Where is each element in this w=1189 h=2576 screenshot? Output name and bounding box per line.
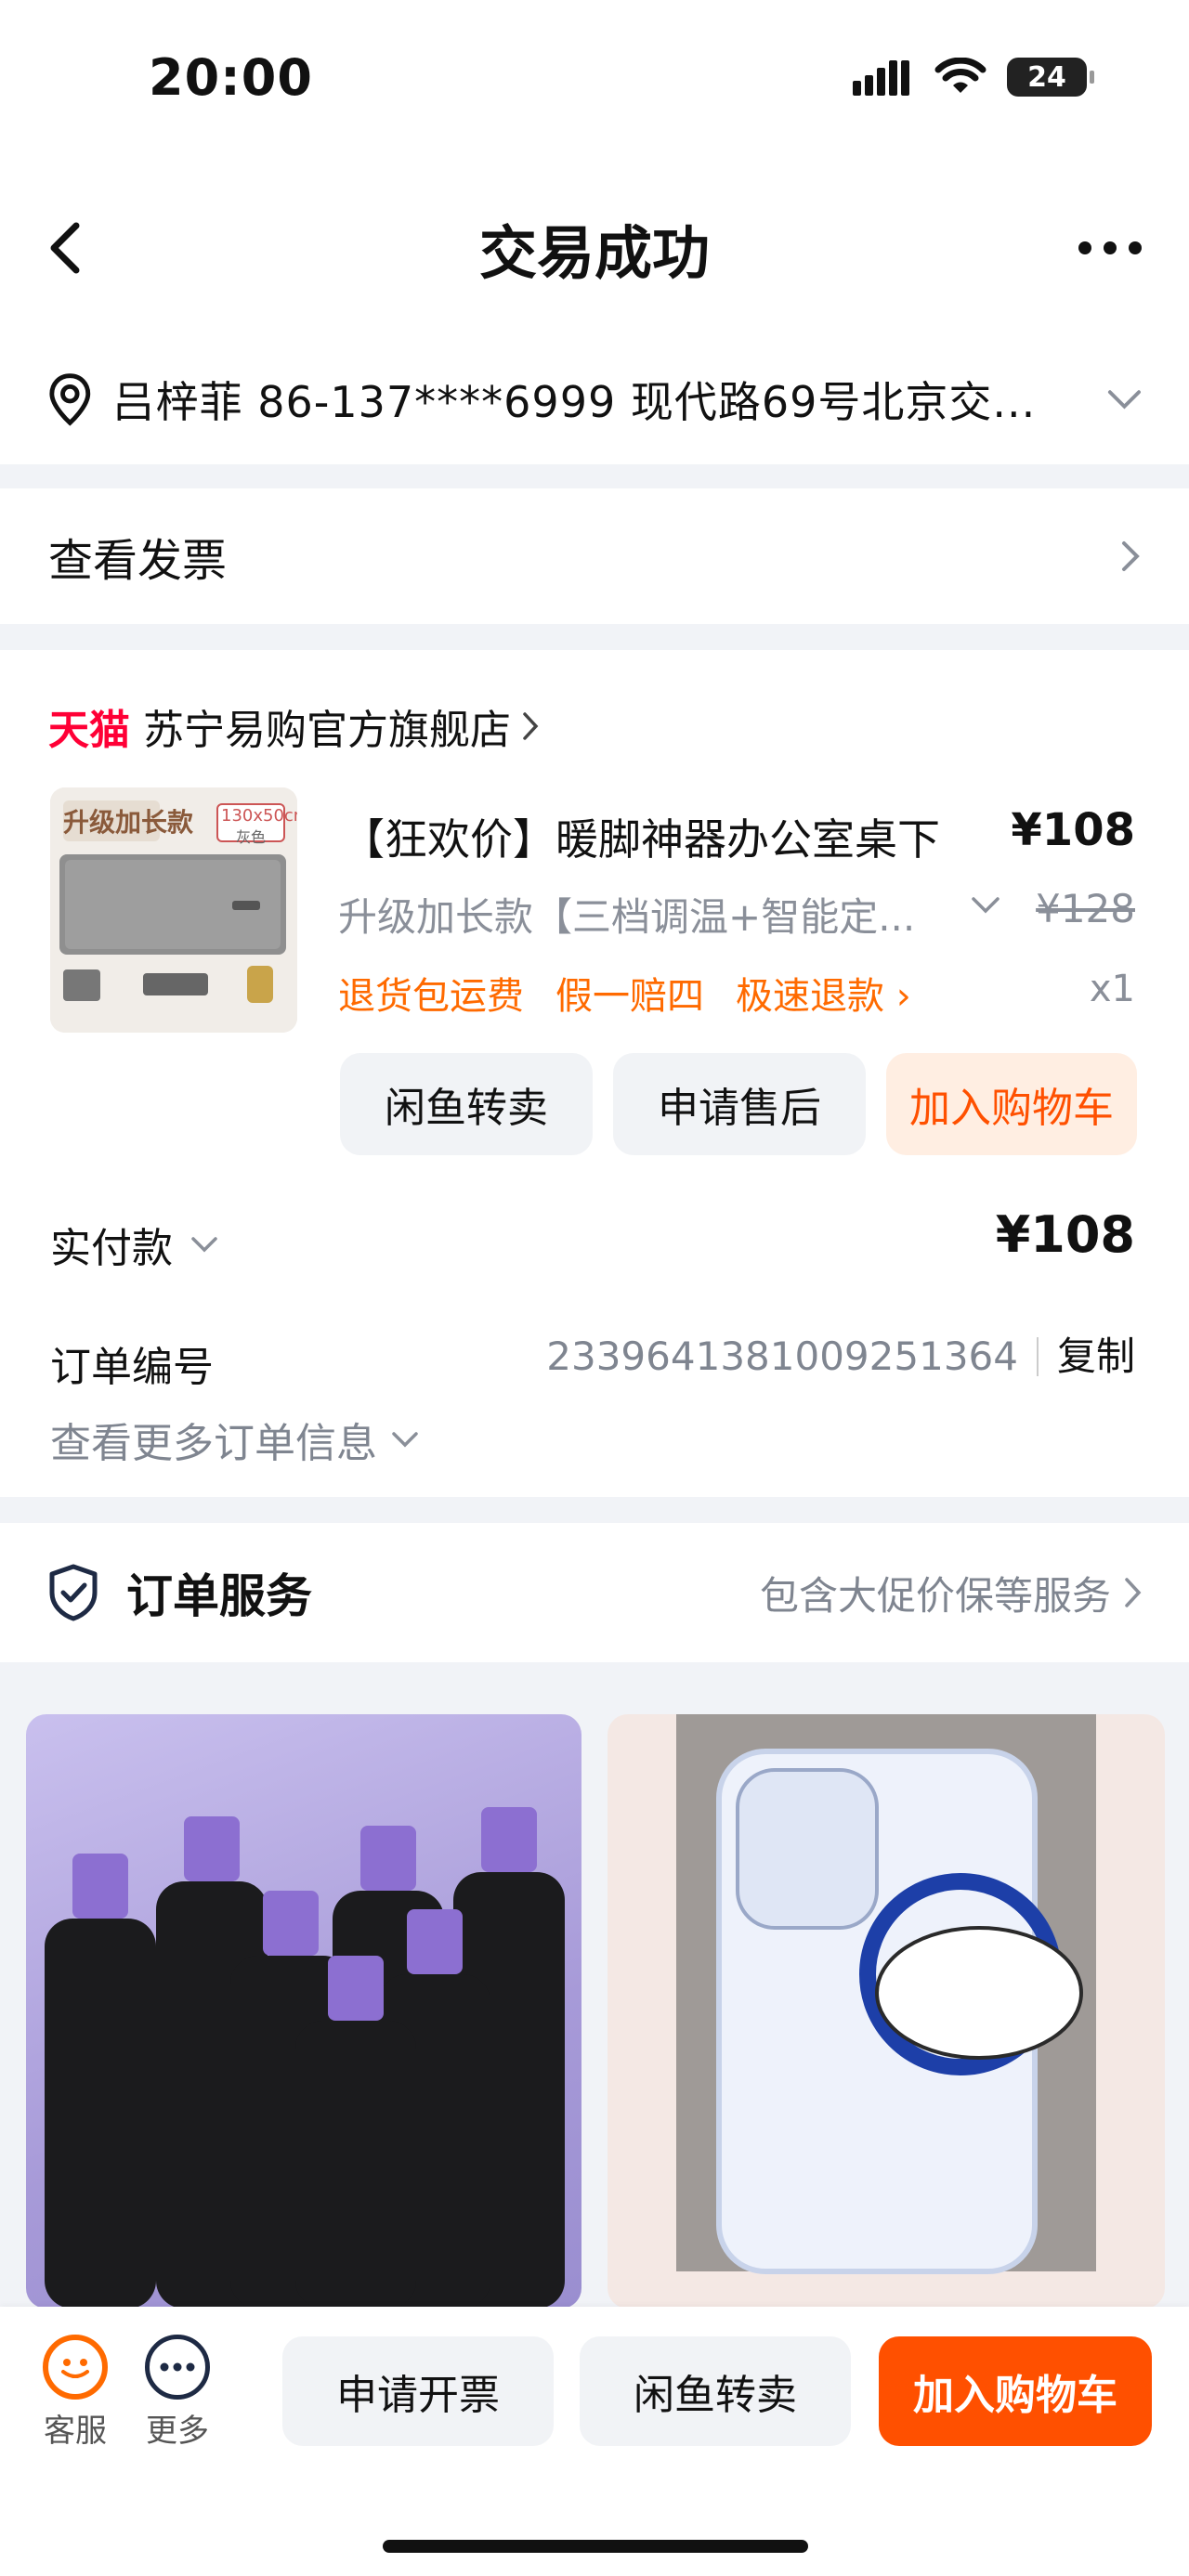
order-number: 2339641381009251364 复制 bbox=[546, 1334, 1135, 1379]
customer-service-button[interactable]: 客服 bbox=[33, 2335, 117, 2451]
order-service-label: 订单服务 bbox=[126, 1569, 312, 1623]
product-price: ¥108 bbox=[1011, 804, 1135, 856]
store-header[interactable]: 天猫 苏宁易购官方旗舰店 bbox=[48, 696, 539, 756]
tmall-logo: 天猫 bbox=[48, 707, 130, 754]
paid-label[interactable]: 实付款 bbox=[50, 1215, 219, 1274]
product-title[interactable]: 【狂欢价】暖脚神器办公室桌下 bbox=[342, 806, 940, 867]
chevron-right-icon bbox=[1125, 1578, 1142, 1607]
after-sale-button[interactable]: 申请售后 bbox=[613, 1053, 866, 1155]
more-button[interactable]: 更多 bbox=[136, 2335, 219, 2451]
resell-button[interactable]: 闲鱼转卖 bbox=[340, 1053, 593, 1155]
original-price: ¥128 bbox=[1036, 886, 1135, 931]
more-order-info[interactable]: 查看更多订单信息 bbox=[50, 1410, 420, 1469]
chevron-right-icon bbox=[1122, 541, 1140, 571]
product-image-color: 灰色 bbox=[236, 828, 267, 846]
shield-check-icon bbox=[49, 1564, 98, 1621]
wifi-icon bbox=[934, 58, 986, 93]
signal-icon bbox=[853, 60, 909, 96]
product-image-label: 升级加长款 bbox=[63, 807, 194, 838]
more-dots-icon bbox=[145, 2335, 210, 2400]
location-pin-icon bbox=[49, 373, 91, 426]
order-card: 天猫 苏宁易购官方旗舰店 升级加长款 130x50cm 灰色 【狂欢价】暖脚神器… bbox=[0, 650, 1189, 1497]
bottom-action-bar: 客服 更多 申请开票 闲鱼转卖 加入购物车 bbox=[0, 2307, 1189, 2576]
more-options-icon[interactable] bbox=[1068, 215, 1152, 280]
copy-button[interactable]: 复制 bbox=[1036, 1336, 1135, 1376]
product-image[interactable]: 升级加长款 130x50cm 灰色 bbox=[50, 787, 297, 1033]
customer-service-icon bbox=[43, 2335, 108, 2400]
service-tags[interactable]: 退货包运费 假一赔四 极速退款 › bbox=[338, 966, 911, 1020]
chevron-down-icon bbox=[191, 1237, 217, 1253]
quantity: x1 bbox=[1089, 968, 1135, 1010]
status-bar: 20:00 24 bbox=[0, 0, 1189, 158]
page-title: 交易成功 bbox=[478, 219, 710, 287]
tag-free-return: 退货包运费 bbox=[338, 975, 524, 1018]
view-invoice-row[interactable]: 查看发票 bbox=[0, 488, 1189, 624]
chevron-right-icon bbox=[523, 712, 539, 740]
tag-fast-refund: 极速退款 › bbox=[736, 975, 911, 1018]
status-time: 20:00 bbox=[149, 48, 313, 107]
order-service-row[interactable]: 订单服务 包含大促价保等服务 bbox=[0, 1523, 1189, 1662]
chevron-down-icon bbox=[392, 1432, 418, 1448]
battery-icon: 24 bbox=[1007, 58, 1094, 97]
order-number-label: 订单编号 bbox=[50, 1344, 214, 1391]
order-service-summary: 包含大促价保等服务 bbox=[759, 1572, 1111, 1619]
address-text: 吕梓菲 86-137****6999 现代路69号北京交... bbox=[111, 377, 1037, 427]
recommend-item-spray[interactable] bbox=[26, 1714, 581, 2309]
product-image-size: 130x50cm bbox=[221, 806, 297, 826]
store-name: 苏宁易购官方旗舰店 bbox=[143, 707, 511, 754]
address-row[interactable]: 吕梓菲 86-137****6999 现代路69号北京交... bbox=[0, 334, 1189, 464]
add-to-cart-bottom-button[interactable]: 加入购物车 bbox=[879, 2336, 1152, 2446]
tag-fake-compensation: 假一赔四 bbox=[555, 975, 704, 1018]
invoice-label: 查看发票 bbox=[48, 535, 228, 587]
product-spec[interactable]: 升级加长款【三档调温+智能定... bbox=[338, 886, 915, 943]
recommend-item-phone-case[interactable] bbox=[608, 1714, 1165, 2309]
home-indicator bbox=[383, 2540, 808, 2553]
order-number-value: 2339641381009251364 bbox=[546, 1334, 1018, 1379]
resell-bottom-button[interactable]: 闲鱼转卖 bbox=[580, 2336, 851, 2446]
header: 交易成功 bbox=[0, 158, 1189, 334]
chevron-down-icon[interactable] bbox=[970, 895, 1001, 916]
paid-amount: ¥108 bbox=[995, 1205, 1135, 1264]
status-icons: 24 bbox=[853, 58, 1094, 97]
add-to-cart-button[interactable]: 加入购物车 bbox=[886, 1053, 1137, 1155]
apply-invoice-button[interactable]: 申请开票 bbox=[282, 2336, 554, 2446]
chevron-down-icon[interactable] bbox=[1106, 388, 1143, 410]
